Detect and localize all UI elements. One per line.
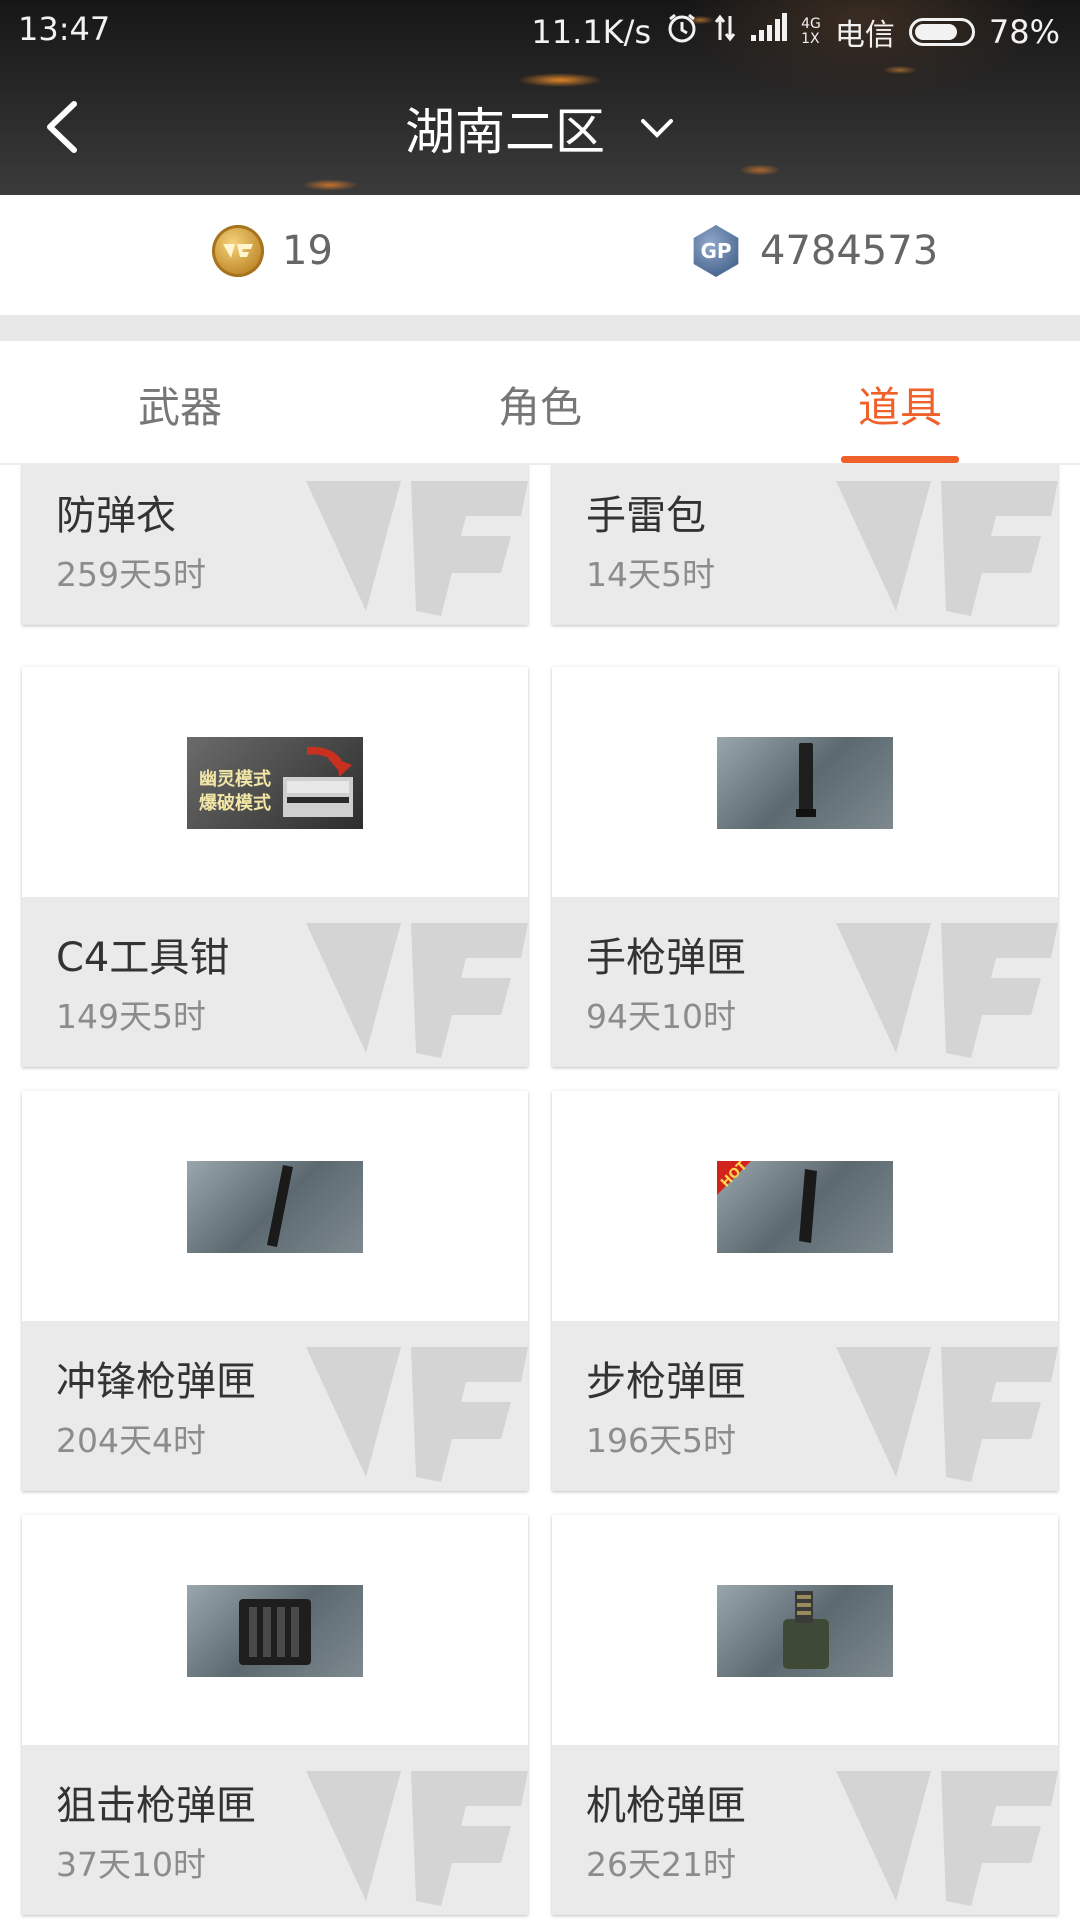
item-info: C4工具钳 149天5时	[22, 897, 528, 1067]
cf-logo-watermark	[306, 1771, 528, 1906]
carrier-name: 电信	[834, 18, 895, 53]
item-info: 防弹衣 259天5时	[22, 465, 528, 625]
gp-balance: GP 4784573	[690, 225, 938, 277]
tab-characters[interactable]: 角色	[360, 374, 720, 435]
gp-icon: GP	[693, 225, 739, 277]
cf-coin-value: 19	[282, 228, 333, 274]
item-card[interactable]: 冲锋枪弹匣 204天4时	[22, 1091, 528, 1491]
cf-logo-watermark	[836, 923, 1058, 1058]
tab-weapons[interactable]: 武器	[0, 374, 360, 435]
item-card[interactable]: 狙击枪弹匣 37天10时	[22, 1515, 528, 1915]
item-remaining-time: 259天5时	[56, 555, 206, 594]
signal-icon	[751, 13, 788, 51]
item-remaining-time: 204天4时	[56, 1421, 206, 1460]
network-type: 4G 1X	[801, 16, 821, 47]
sniper-mag-thumbnail	[187, 1585, 363, 1677]
item-name: 手枪弹匣	[586, 935, 746, 981]
item-name: 步枪弹匣	[586, 1359, 746, 1405]
top-header: 13:47 11.1K/s 4G 1X 电信 78% 湖南二区	[0, 0, 1080, 195]
network-speed: 11.1K/s	[531, 13, 652, 51]
item-remaining-time: 94天10时	[586, 997, 736, 1036]
cf-logo-watermark	[836, 1347, 1058, 1482]
c4-pliers-thumbnail: 幽灵模式 爆破模式	[187, 737, 363, 829]
item-name: 机枪弹匣	[586, 1783, 746, 1829]
item-card[interactable]: 手雷包 14天5时	[552, 465, 1058, 625]
item-info: 机枪弹匣 26天21时	[552, 1745, 1058, 1915]
server-selector[interactable]: 湖南二区	[0, 92, 1080, 164]
item-grid: 防弹衣 259天5时 手雷包 14天5时 幽灵模式 爆破模式 C4工具钳 149…	[0, 465, 1080, 1920]
cf-logo-watermark	[306, 923, 528, 1058]
item-card[interactable]: 防弹衣 259天5时	[22, 465, 528, 625]
battery-percent: 78%	[988, 13, 1060, 51]
item-card[interactable]: HOT 步枪弹匣 196天5时	[552, 1091, 1058, 1491]
item-remaining-time: 196天5时	[586, 1421, 736, 1460]
active-tab-indicator	[841, 456, 959, 463]
item-remaining-time: 26天21时	[586, 1845, 736, 1884]
item-card[interactable]: 机枪弹匣 26天21时	[552, 1515, 1058, 1915]
item-remaining-time: 37天10时	[56, 1845, 206, 1884]
item-name: 冲锋枪弹匣	[56, 1359, 256, 1405]
item-info: 步枪弹匣 196天5时	[552, 1321, 1058, 1491]
alarm-icon	[665, 11, 699, 53]
tab-items[interactable]: 道具	[720, 374, 1080, 435]
item-name: 手雷包	[586, 493, 706, 539]
category-tabs: 武器 角色 道具	[0, 341, 1080, 465]
cf-logo-watermark	[306, 1347, 528, 1482]
status-indicators: 11.1K/s 4G 1X 电信 78%	[531, 10, 1060, 54]
cf-logo-watermark	[836, 481, 1058, 616]
item-info: 冲锋枪弹匣 204天4时	[22, 1321, 528, 1491]
item-remaining-time: 149天5时	[56, 997, 206, 1036]
data-transfer-icon	[713, 12, 737, 52]
item-name: 防弹衣	[56, 493, 176, 539]
section-divider	[0, 315, 1080, 341]
gp-value: 4784573	[760, 228, 939, 274]
item-card[interactable]: 幽灵模式 爆破模式 C4工具钳 149天5时	[22, 667, 528, 1067]
pistol-mag-thumbnail	[717, 737, 893, 829]
status-time: 13:47	[18, 10, 111, 48]
currency-bar: 19 GP 4784573	[0, 195, 1080, 315]
cf-coin-balance: 19	[212, 225, 333, 277]
item-remaining-time: 14天5时	[586, 555, 715, 594]
battery-icon	[908, 18, 975, 46]
smg-mag-thumbnail	[187, 1161, 363, 1253]
status-bar: 13:47 11.1K/s 4G 1X 电信 78%	[0, 0, 1080, 60]
item-info: 手枪弹匣 94天10时	[552, 897, 1058, 1067]
cf-coin-icon	[212, 225, 264, 277]
rifle-mag-thumbnail: HOT	[717, 1161, 893, 1253]
item-card[interactable]: 手枪弹匣 94天10时	[552, 667, 1058, 1067]
chevron-down-icon	[640, 119, 673, 138]
page-title: 湖南二区	[405, 103, 606, 161]
mg-mag-thumbnail	[717, 1585, 893, 1677]
cf-logo-watermark	[836, 1771, 1058, 1906]
item-info: 狙击枪弹匣 37天10时	[22, 1745, 528, 1915]
item-info: 手雷包 14天5时	[552, 465, 1058, 625]
item-name: C4工具钳	[56, 935, 230, 981]
cf-logo-watermark	[306, 481, 528, 616]
item-name: 狙击枪弹匣	[56, 1783, 256, 1829]
